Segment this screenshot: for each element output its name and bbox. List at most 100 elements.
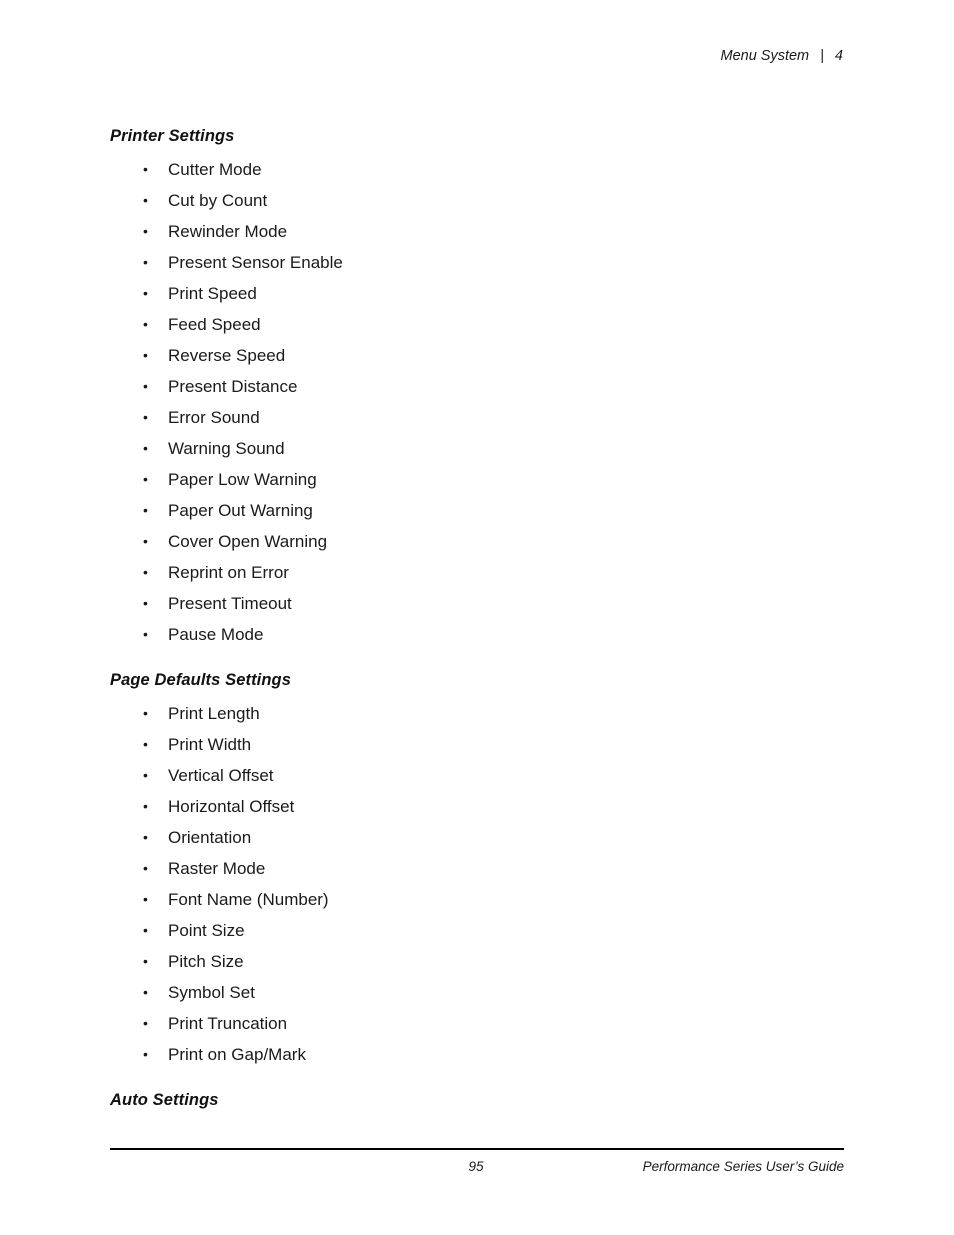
bullet-icon: • <box>143 564 148 580</box>
section-heading: Auto Settings <box>110 1091 219 1109</box>
list-item: • Reprint on Error <box>110 557 850 588</box>
list-item-label: Point Size <box>168 921 245 940</box>
list-item: • Reverse Speed <box>110 340 850 371</box>
list-item: • Pitch Size <box>110 946 850 977</box>
bullet-icon: • <box>143 471 148 487</box>
section-heading: Page Defaults Settings <box>110 671 291 689</box>
bullet-icon: • <box>143 736 148 752</box>
list-item: • Point Size <box>110 915 850 946</box>
list-item-label: Pause Mode <box>168 625 264 644</box>
list-item: • Pause Mode <box>110 619 850 650</box>
bullet-icon: • <box>143 595 148 611</box>
settings-list: • Cutter Mode • Cut by Count • Rewinder Mode •… <box>110 154 850 650</box>
list-item-label: Font Name (Number) <box>168 890 329 909</box>
list-item-label: Feed Speed <box>168 315 261 334</box>
list-item: • Print Truncation <box>110 1008 850 1039</box>
list-item: • Print Width <box>110 729 850 760</box>
list-item: • Feed Speed <box>110 309 850 340</box>
list-item-label: Rewinder Mode <box>168 222 288 241</box>
list-item-label: Print on Gap/Mark <box>168 1045 306 1064</box>
list-item: • Orientation <box>110 822 850 853</box>
list-item-label: Cut by Count <box>168 191 268 210</box>
bullet-icon: • <box>143 254 148 270</box>
settings-section: Auto Settings <box>110 1090 850 1111</box>
list-item: • Present Timeout <box>110 588 850 619</box>
running-header: Menu System | 4 <box>110 48 843 64</box>
list-item-label: Reverse Speed <box>168 346 286 365</box>
list-item-label: Symbol Set <box>168 983 255 1002</box>
list-item: • Horizontal Offset <box>110 791 850 822</box>
list-item-label: Present Distance <box>168 377 298 396</box>
list-item: • Print Speed <box>110 278 850 309</box>
list-item: • Warning Sound <box>110 433 850 464</box>
header-chapter-number: 4 <box>834 48 843 64</box>
list-item-label: Present Timeout <box>168 594 292 613</box>
bullet-icon: • <box>143 533 148 549</box>
running-footer: 95 Performance Series User’s Guide <box>110 1148 844 1185</box>
settings-section: Page Defaults Settings • Print Length • Prin… <box>110 670 850 1070</box>
list-item-label: Print Speed <box>168 284 257 303</box>
bullet-icon: • <box>143 705 148 721</box>
list-item: • Paper Out Warning <box>110 495 850 526</box>
list-item: • Raster Mode <box>110 853 850 884</box>
bullet-icon: • <box>143 626 148 642</box>
footer-divider <box>110 1148 844 1151</box>
bullet-icon: • <box>143 860 148 876</box>
list-item: • Print Length <box>110 698 850 729</box>
footer-guide-title: Performance Series User’s Guide <box>642 1159 844 1175</box>
bullet-icon: • <box>143 161 148 177</box>
list-item-label: Raster Mode <box>168 859 266 878</box>
list-item-label: Print Truncation <box>168 1014 288 1033</box>
bullet-icon: • <box>143 1015 148 1031</box>
list-item: • Vertical Offset <box>110 760 850 791</box>
page-content: Printer Settings • Cutter Mode • Cut by Coun… <box>110 126 850 1118</box>
list-item: • Symbol Set <box>110 977 850 1008</box>
section-heading: Printer Settings <box>110 127 235 145</box>
list-item-label: Present Sensor Enable <box>168 253 343 272</box>
list-item: • Rewinder Mode <box>110 216 850 247</box>
list-item-label: Horizontal Offset <box>168 797 295 816</box>
bullet-icon: • <box>143 502 148 518</box>
list-item: • Paper Low Warning <box>110 464 850 495</box>
list-item-label: Paper Out Warning <box>168 501 313 520</box>
list-item: • Present Sensor Enable <box>110 247 850 278</box>
settings-list: • Print Length • Print Width • Vertical Offse… <box>110 698 850 1070</box>
bullet-icon: • <box>143 798 148 814</box>
list-item: • Font Name (Number) <box>110 884 850 915</box>
list-item-label: Cover Open Warning <box>168 532 328 551</box>
list-item-label: Error Sound <box>168 408 260 427</box>
bullet-icon: • <box>143 829 148 845</box>
list-item-label: Print Length <box>168 704 260 723</box>
bullet-icon: • <box>143 409 148 425</box>
bullet-icon: • <box>143 767 148 783</box>
bullet-icon: • <box>143 1046 148 1062</box>
bullet-icon: • <box>143 223 148 239</box>
bullet-icon: • <box>143 316 148 332</box>
list-item-label: Warning Sound <box>168 439 285 458</box>
list-item-label: Pitch Size <box>168 952 244 971</box>
bullet-icon: • <box>143 440 148 456</box>
list-item: • Cut by Count <box>110 185 850 216</box>
bullet-icon: • <box>143 347 148 363</box>
settings-section: Printer Settings • Cutter Mode • Cut by Coun… <box>110 126 850 650</box>
list-item: • Print on Gap/Mark <box>110 1039 850 1070</box>
list-item: • Present Distance <box>110 371 850 402</box>
bullet-icon: • <box>143 984 148 1000</box>
list-item: • Cutter Mode <box>110 154 850 185</box>
bullet-icon: • <box>143 891 148 907</box>
list-item-label: Orientation <box>168 828 252 847</box>
bullet-icon: • <box>143 285 148 301</box>
footer-row: 95 Performance Series User’s Guide <box>110 1159 844 1185</box>
document-page: Menu System | 4 Printer Settings • Cutter Mo… <box>0 0 954 1235</box>
list-item-label: Vertical Offset <box>168 766 274 785</box>
list-item-label: Cutter Mode <box>168 160 262 179</box>
list-item-label: Paper Low Warning <box>168 470 317 489</box>
list-item: • Cover Open Warning <box>110 526 850 557</box>
bullet-icon: • <box>143 378 148 394</box>
bullet-icon: • <box>143 192 148 208</box>
bullet-icon: • <box>143 953 148 969</box>
header-chapter-title: Menu System <box>720 48 810 64</box>
list-item: • Error Sound <box>110 402 850 433</box>
list-item-label: Print Width <box>168 735 252 754</box>
list-item-label: Reprint on Error <box>168 563 289 582</box>
